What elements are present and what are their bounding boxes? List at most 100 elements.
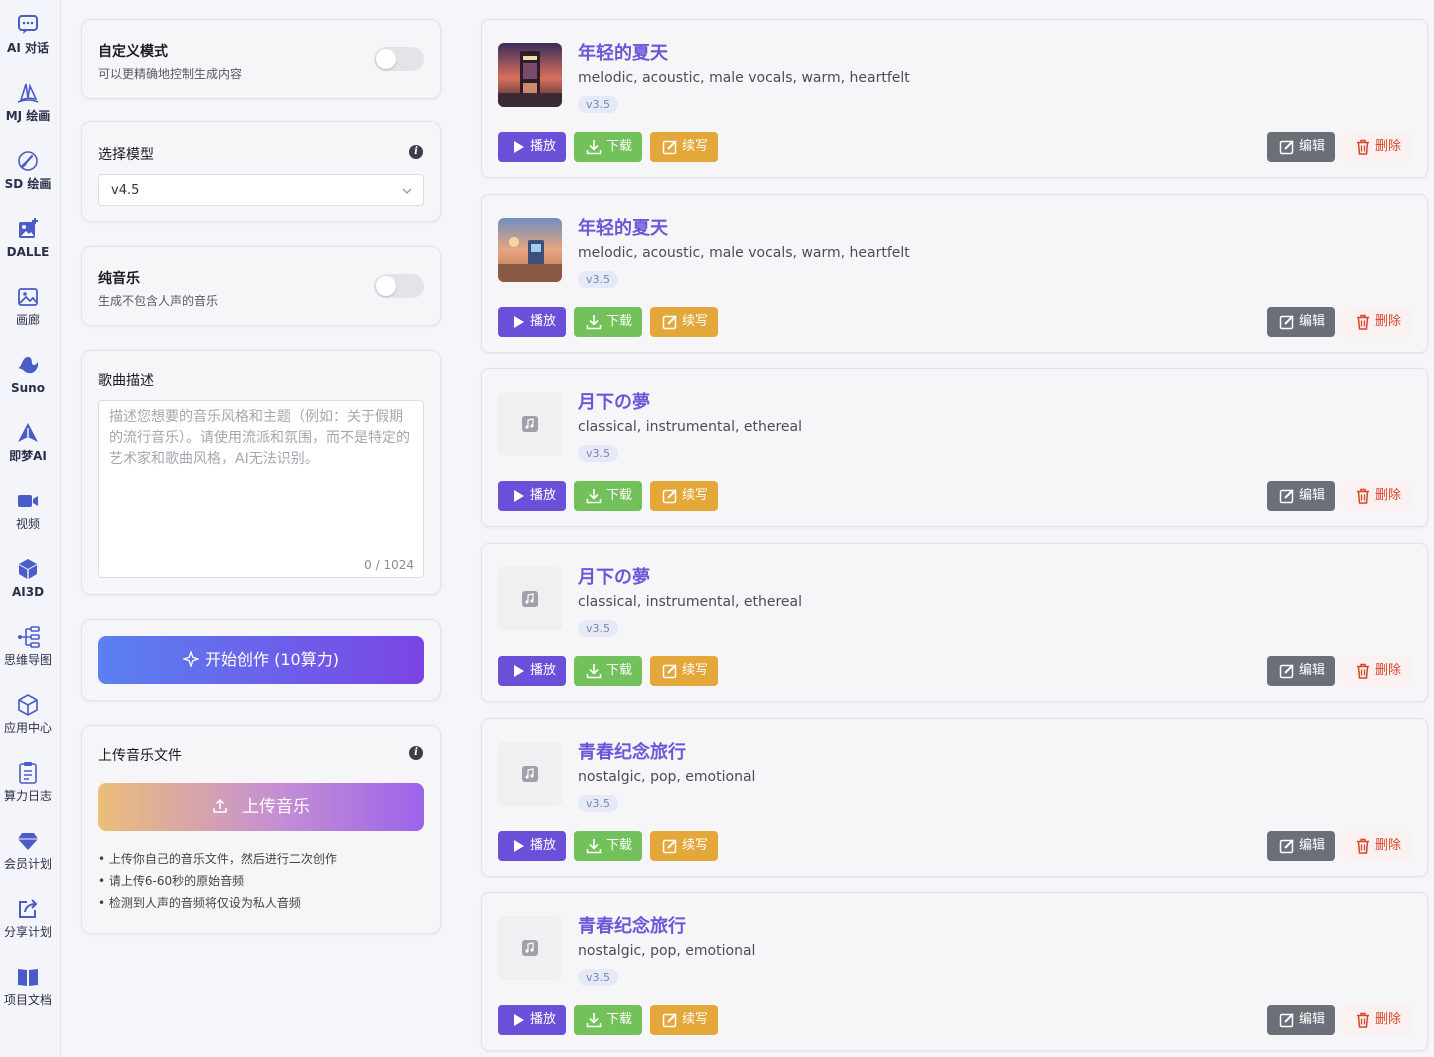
edit-icon <box>662 664 677 679</box>
sidebar-item-dalle[interactable]: DALLE <box>0 217 60 279</box>
sidebar-item-ai-chat[interactable]: AI 对话 <box>0 13 60 75</box>
sidebar-item-membership[interactable]: 会员计划 <box>0 829 60 891</box>
download-label: 下载 <box>606 139 633 154</box>
sidebar-item-mj[interactable]: MJ 绘画 <box>0 81 60 143</box>
chevron-down-icon <box>402 188 412 194</box>
play-button[interactable]: 播放 <box>498 132 566 162</box>
song-cover-placeholder[interactable] <box>498 392 562 456</box>
sidebar-item-label: 会员计划 <box>3 857 52 871</box>
song-title[interactable]: 年轻的夏天 <box>578 214 668 240</box>
delete-label: 删除 <box>1375 1012 1402 1027</box>
song-title[interactable]: 月下の夢 <box>578 388 650 414</box>
download-button[interactable]: 下载 <box>574 307 642 337</box>
download-icon <box>586 489 602 504</box>
start-create-button[interactable]: 开始创作 (10算力) <box>98 636 424 684</box>
pure-music-toggle[interactable] <box>374 274 424 298</box>
continue-button[interactable]: 续写 <box>650 307 718 337</box>
song-tags: melodic, acoustic, male vocals, warm, he… <box>578 70 910 86</box>
song-title[interactable]: 青春纪念旅行 <box>578 912 686 938</box>
delete-button[interactable]: 删除 <box>1343 481 1411 511</box>
toggle-knob <box>376 49 396 69</box>
suno-wave-icon <box>16 353 40 377</box>
app-cube-icon <box>16 693 40 717</box>
sidebar-item-share[interactable]: 分享计划 <box>0 897 60 959</box>
play-button[interactable]: 播放 <box>498 831 566 861</box>
sidebar-item-label: 应用中心 <box>3 721 52 735</box>
music-note-icon <box>522 940 538 956</box>
sidebar-item-video[interactable]: 视频 <box>0 489 60 551</box>
play-button[interactable]: 播放 <box>498 307 566 337</box>
download-icon <box>586 664 602 679</box>
song-cover[interactable] <box>498 218 562 282</box>
song-cover-placeholder[interactable] <box>498 916 562 980</box>
edit-icon <box>662 839 677 854</box>
sidebar-item-usage-log[interactable]: 算力日志 <box>0 761 60 823</box>
edit-label: 编辑 <box>1299 139 1326 154</box>
delete-button[interactable]: 删除 <box>1343 1005 1411 1035</box>
description-field: 0 / 1024 <box>98 400 424 578</box>
book-icon <box>16 965 40 989</box>
download-button[interactable]: 下载 <box>574 1005 642 1035</box>
delete-button[interactable]: 删除 <box>1343 831 1411 861</box>
start-create-label: 开始创作 (10算力) <box>205 650 339 669</box>
song-card: 年轻的夏天 melodic, acoustic, male vocals, war… <box>481 194 1428 353</box>
edit-button[interactable]: 编辑 <box>1267 656 1335 686</box>
play-button[interactable]: 播放 <box>498 481 566 511</box>
edit-button[interactable]: 编辑 <box>1267 1005 1335 1035</box>
model-select[interactable]: v4.5 <box>98 174 424 206</box>
play-button[interactable]: 播放 <box>498 1005 566 1035</box>
sidebar-item-mindmap[interactable]: 思维导图 <box>0 625 60 687</box>
edit-button[interactable]: 编辑 <box>1267 831 1335 861</box>
edit-button[interactable]: 编辑 <box>1267 132 1335 162</box>
sidebar-item-suno[interactable]: Suno <box>0 353 60 415</box>
song-cover[interactable] <box>498 43 562 107</box>
edit-button[interactable]: 编辑 <box>1267 307 1335 337</box>
continue-button[interactable]: 续写 <box>650 1005 718 1035</box>
custom-mode-toggle[interactable] <box>374 47 424 71</box>
download-icon <box>586 140 602 155</box>
download-button[interactable]: 下载 <box>574 831 642 861</box>
char-counter: 0 / 1024 <box>364 558 414 572</box>
song-title[interactable]: 年轻的夏天 <box>578 39 668 65</box>
description-input[interactable] <box>99 401 423 556</box>
delete-button[interactable]: 删除 <box>1343 307 1411 337</box>
custom-mode-title: 自定义模式 <box>98 44 168 60</box>
info-icon[interactable]: i <box>409 145 423 159</box>
sidebar-item-docs[interactable]: 项目文档 <box>0 965 60 1027</box>
sidebar-item-jimeng[interactable]: 即梦AI <box>0 421 60 483</box>
download-icon <box>586 1013 602 1028</box>
sidebar-item-gallery[interactable]: 画廊 <box>0 285 60 347</box>
info-icon[interactable]: i <box>409 746 423 760</box>
continue-button[interactable]: 续写 <box>650 132 718 162</box>
sidebar-item-app-center[interactable]: 应用中心 <box>0 693 60 755</box>
delete-button[interactable]: 删除 <box>1343 132 1411 162</box>
sidebar-item-ai3d[interactable]: AI3D <box>0 557 60 619</box>
continue-button[interactable]: 续写 <box>650 656 718 686</box>
song-title[interactable]: 月下の夢 <box>578 563 650 589</box>
continue-button[interactable]: 续写 <box>650 481 718 511</box>
play-label: 播放 <box>530 663 557 678</box>
edit-icon <box>1279 489 1294 504</box>
upload-music-button[interactable]: 上传音乐 <box>98 783 424 831</box>
play-icon <box>514 1014 524 1026</box>
continue-button[interactable]: 续写 <box>650 831 718 861</box>
trash-icon <box>1357 1012 1369 1028</box>
delete-button[interactable]: 删除 <box>1343 656 1411 686</box>
sidebar-item-sd[interactable]: SD 绘画 <box>0 149 60 211</box>
download-button[interactable]: 下载 <box>574 481 642 511</box>
download-button[interactable]: 下载 <box>574 132 642 162</box>
upload-tip: • 上传你自己的音乐文件，然后进行二次创作 <box>98 852 337 866</box>
download-button[interactable]: 下载 <box>574 656 642 686</box>
song-cover-placeholder[interactable] <box>498 742 562 806</box>
edit-button[interactable]: 编辑 <box>1267 481 1335 511</box>
song-card: 月下の夢 classical, instrumental, ethereal v3.… <box>481 543 1428 702</box>
share-icon <box>16 897 40 921</box>
song-cover-placeholder[interactable] <box>498 567 562 631</box>
continue-label: 续写 <box>682 1012 709 1027</box>
sidebar-item-label: 项目文档 <box>3 993 52 1007</box>
play-label: 播放 <box>530 838 557 853</box>
download-icon <box>586 839 602 854</box>
trash-icon <box>1357 838 1369 854</box>
play-button[interactable]: 播放 <box>498 656 566 686</box>
song-title[interactable]: 青春纪念旅行 <box>578 738 686 764</box>
